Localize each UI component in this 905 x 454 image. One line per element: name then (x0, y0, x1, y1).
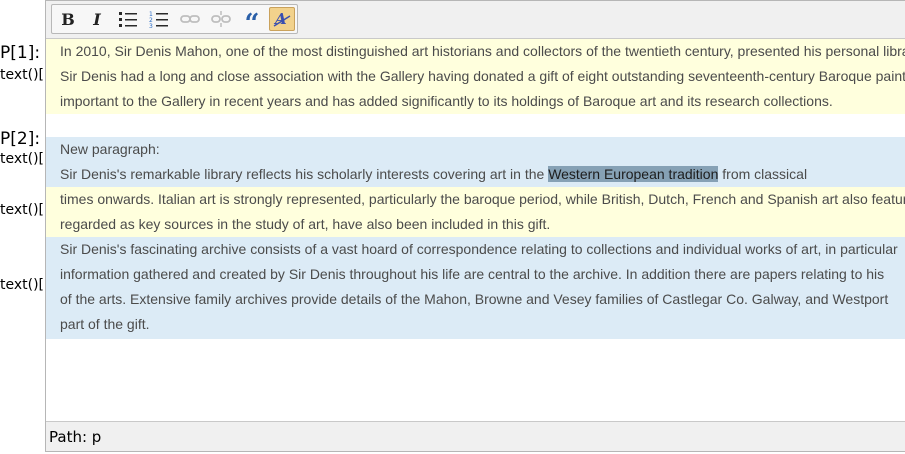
blockquote-icon: “ (244, 9, 260, 39)
editor-toolbar: B I 1 2 3 “ A (46, 1, 905, 39)
numbered-list-icon: 1 2 3 (149, 11, 168, 28)
blockquote-button[interactable]: “ (239, 7, 265, 37)
bold-icon: B (61, 9, 75, 29)
bold-button[interactable]: B (55, 7, 81, 31)
paragraph2-line7: of the arts. Extensive family archives p… (46, 287, 905, 312)
label-p1: P[1]: (0, 43, 41, 63)
text-after-selection: from classical (718, 166, 808, 182)
paragraph2-line6: information gathered and created by Sir … (46, 262, 905, 287)
paragraph2-line5: Sir Denis's fascinating archive consists… (46, 237, 905, 262)
italic-icon: I (93, 9, 101, 29)
element-path[interactable]: Path: p (49, 428, 101, 446)
bulleted-list-button[interactable] (115, 7, 141, 31)
unlink-icon (211, 11, 231, 27)
link-button[interactable] (177, 7, 203, 31)
bulleted-list-icon (119, 12, 137, 27)
selected-text[interactable]: Western European tradition (548, 166, 719, 182)
paragraph1-line2: Sir Denis had a long and close associati… (46, 64, 905, 89)
paragraph1-line1: In 2010, Sir Denis Mahon, one of the mos… (46, 39, 905, 64)
paragraph2-line8: part of the gift. (46, 312, 905, 339)
highlight-style-button[interactable]: A (269, 7, 295, 31)
paragraph2-line3: times onwards. Italian art is strongly r… (46, 187, 905, 212)
paragraph2-line2: Sir Denis's remarkable library reflects … (46, 162, 905, 187)
paragraph1-line3: important to the Gallery in recent years… (46, 89, 905, 114)
paragraph2-line1: New paragraph: (46, 137, 905, 162)
editor-content[interactable]: In 2010, Sir Denis Mahon, one of the mos… (46, 38, 905, 422)
highlight-style-icon: A (273, 10, 291, 28)
element-path-statusbar: Path: p (46, 421, 905, 451)
rich-text-editor: B I 1 2 3 “ A In 2010, Sir Denis Mahon, … (45, 0, 905, 452)
label-p2: P[2]: (0, 129, 41, 149)
numbered-list-button[interactable]: 1 2 3 (146, 7, 172, 31)
svg-text:3: 3 (149, 23, 153, 28)
link-icon (180, 15, 200, 23)
paragraph2-line4: regarded as key sources in the study of … (46, 212, 905, 237)
italic-button[interactable]: I (84, 7, 110, 31)
unlink-button[interactable] (208, 7, 234, 31)
toolbar-button-group: B I 1 2 3 “ A (51, 4, 298, 37)
text-before-selection: Sir Denis's remarkable library reflects … (60, 166, 549, 182)
